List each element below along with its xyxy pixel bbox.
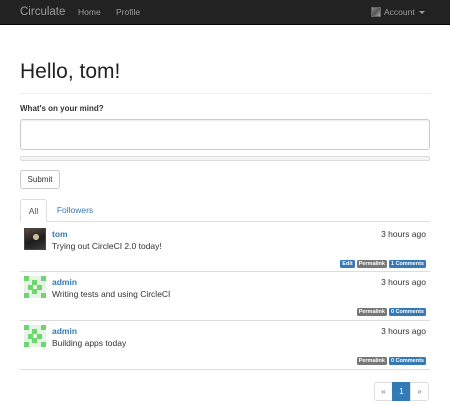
- comments-button[interactable]: 0 Comments: [388, 308, 426, 316]
- comments-button[interactable]: 1 Comments: [388, 260, 426, 268]
- pagination-next-button[interactable]: »: [410, 382, 429, 401]
- post-text: Writing tests and using CircleCI: [52, 289, 171, 299]
- brand-logo-link[interactable]: Circulate: [20, 0, 65, 24]
- post-actions: Permalink 0 Comments: [356, 308, 426, 316]
- character-progress-bar: [20, 156, 430, 161]
- title-divider: [20, 93, 430, 94]
- comments-button[interactable]: 0 Comments: [388, 357, 426, 365]
- feed-divider: [20, 369, 430, 370]
- account-label: Account: [384, 7, 415, 17]
- post-author-link[interactable]: admin: [52, 277, 77, 287]
- post-timestamp: 3 hours ago: [381, 326, 426, 336]
- feed-tabs: All Followers: [20, 199, 430, 222]
- post-text: Building apps today: [52, 338, 127, 348]
- account-avatar-icon: [371, 7, 381, 17]
- post-actions: Permalink 0 Comments: [356, 357, 426, 365]
- identicon-avatar-icon[interactable]: [24, 325, 46, 347]
- edit-button[interactable]: Edit: [340, 260, 355, 268]
- photo-avatar-icon[interactable]: [24, 228, 46, 250]
- pagination-prev-button[interactable]: «: [374, 382, 393, 401]
- feed-item: tom 3 hours ago Trying out CircleCI 2.0 …: [20, 223, 430, 271]
- post-prompt-label: What's on your mind?: [20, 104, 104, 113]
- feed-item: admin 3 hours ago Building apps today Pe…: [20, 320, 430, 369]
- top-navbar: Circulate Home Profile Account: [0, 0, 450, 25]
- post-timestamp: 3 hours ago: [381, 229, 426, 239]
- post-timestamp: 3 hours ago: [381, 277, 426, 287]
- post-textarea[interactable]: [20, 119, 430, 150]
- post-actions: Edit Permalink 1 Comments: [340, 260, 426, 268]
- nav-home-link[interactable]: Home: [78, 0, 101, 24]
- tab-followers[interactable]: Followers: [52, 199, 98, 222]
- identicon-avatar-icon[interactable]: [24, 276, 46, 298]
- page-title: Hello, tom!: [20, 60, 121, 83]
- post-text: Trying out CircleCI 2.0 today!: [52, 241, 162, 251]
- submit-button[interactable]: Submit: [20, 170, 60, 189]
- tab-all[interactable]: All: [20, 199, 47, 222]
- pagination: « 1 »: [374, 382, 429, 401]
- post-author-link[interactable]: admin: [52, 326, 77, 336]
- chevron-down-icon: [418, 10, 425, 14]
- permalink-button[interactable]: Permalink: [356, 308, 387, 316]
- permalink-button[interactable]: Permalink: [356, 260, 387, 268]
- permalink-button[interactable]: Permalink: [356, 357, 387, 365]
- pagination-page-1[interactable]: 1: [392, 382, 411, 401]
- post-author-link[interactable]: tom: [52, 229, 68, 239]
- feed-item: admin 3 hours ago Writing tests and usin…: [20, 271, 430, 320]
- nav-profile-link[interactable]: Profile: [116, 0, 140, 24]
- account-dropdown[interactable]: Account: [371, 0, 425, 24]
